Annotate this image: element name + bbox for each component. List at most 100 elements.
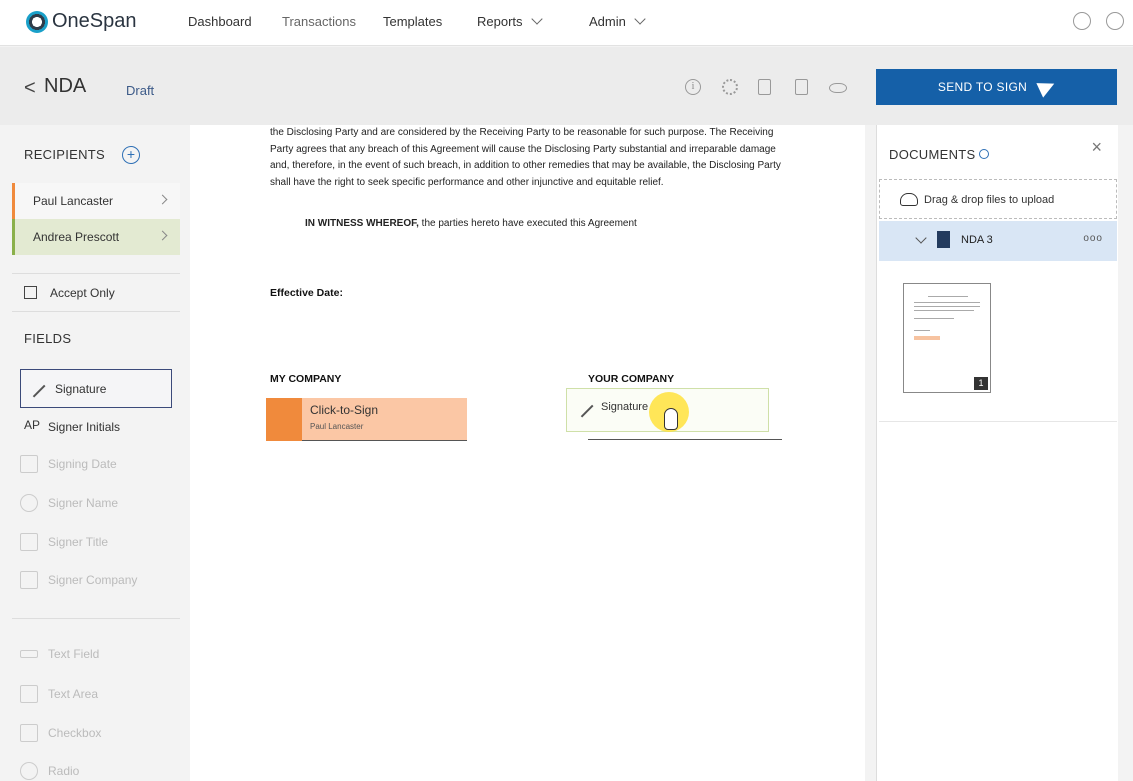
accept-only-checkbox[interactable] (24, 286, 37, 299)
recipient-name: Paul Lancaster (33, 194, 114, 208)
click-to-sign-field[interactable]: Click-to-Sign Paul Lancaster (266, 398, 467, 441)
nav-transactions[interactable]: Transactions (282, 14, 356, 29)
field-label: Checkbox (48, 726, 102, 740)
field-signature[interactable]: Signature (20, 369, 172, 408)
documents-heading-label: DOCUMENTS (889, 147, 976, 162)
text-field-icon (20, 650, 38, 658)
document-name: NDA 3 (961, 234, 993, 246)
nav-reports[interactable]: Reports (477, 13, 543, 29)
gear-icon[interactable] (722, 79, 738, 95)
close-icon[interactable]: × (1091, 137, 1102, 158)
thumb-line (914, 330, 930, 331)
field-checkbox: Checkbox (20, 724, 101, 742)
thumb-line (914, 310, 974, 311)
nav-reports-label: Reports (477, 14, 523, 29)
logo-text: OneSpan (52, 10, 137, 32)
field-text-area: Text Area (20, 685, 98, 703)
onespan-logo[interactable]: OneSpan (26, 10, 137, 33)
field-signing-date: Signing Date (20, 455, 117, 473)
field-signer-company: Signer Company (20, 571, 137, 589)
thumb-line (914, 318, 954, 319)
logo-mark-icon (26, 10, 48, 33)
recipient-item[interactable]: Andrea Prescott (12, 219, 180, 255)
documents-panel: DOCUMENTS × Drag & drop files to upload … (876, 125, 1118, 781)
hand-cursor-icon (664, 408, 678, 430)
add-recipient-icon[interactable]: + (122, 146, 140, 164)
upload-dropzone[interactable]: Drag & drop files to upload (879, 179, 1117, 219)
field-label: Text Area (48, 687, 99, 701)
thumb-line (914, 306, 980, 307)
cloud-upload-icon (900, 193, 918, 206)
field-label: Signer Title (48, 535, 109, 549)
pen-icon (576, 400, 594, 418)
thumb-field-marker (914, 336, 940, 340)
nav-admin[interactable]: Admin (589, 13, 646, 29)
document-settings-icon[interactable] (758, 79, 771, 95)
chevron-down-icon (530, 13, 543, 25)
field-label: Signer Name (48, 496, 119, 510)
page-thumbnail[interactable]: 1 (903, 283, 991, 393)
calendar-icon (20, 455, 38, 473)
field-label: Radio (48, 764, 80, 778)
transaction-title: NDA (44, 75, 87, 97)
divider (12, 618, 180, 619)
witness-text: the parties hereto have executed this Ag… (418, 218, 637, 229)
file-icon (937, 231, 950, 248)
divider (12, 311, 180, 312)
radio-icon (20, 762, 38, 780)
left-sidebar: RECIPIENTS + Paul Lancaster Andrea Presc… (0, 125, 190, 781)
witness-bold: IN WITNESS WHEREOF, (305, 218, 419, 229)
status-badge: Draft (126, 83, 155, 98)
field-signer-title: Signer Title (20, 533, 108, 551)
globe-icon[interactable] (1073, 12, 1091, 30)
click-to-sign-label: Click-to-Sign (310, 403, 379, 417)
fields-heading: FIELDS (24, 331, 72, 346)
accept-only-label: Accept Only (50, 286, 115, 300)
user-account-icon[interactable] (1106, 12, 1124, 30)
chevron-down-icon[interactable] (915, 232, 927, 244)
nav-templates[interactable]: Templates (383, 14, 442, 29)
field-signer-initials[interactable]: AP Signer Initials (24, 418, 120, 436)
field-label: Text Field (48, 647, 100, 661)
field-radio: Radio (20, 762, 79, 780)
send-to-sign-button[interactable]: SEND TO SIGN (876, 69, 1117, 105)
add-document-icon[interactable] (979, 149, 990, 159)
field-label: Signing Date (48, 457, 117, 471)
pen-icon (266, 398, 302, 441)
signature-line (588, 439, 782, 440)
pen-icon (28, 380, 46, 397)
effective-date-label: Effective Date: (270, 287, 343, 299)
my-company-label: MY COMPANY (270, 373, 342, 385)
recipient-item[interactable]: Paul Lancaster (12, 183, 180, 219)
building-icon (20, 571, 38, 589)
info-icon[interactable]: i (685, 79, 701, 95)
back-arrow-icon[interactable]: < (24, 77, 36, 100)
field-label: Signer Company (48, 573, 138, 587)
click-to-sign-signer: Paul Lancaster (310, 422, 364, 431)
more-options-icon[interactable]: ooo (1083, 233, 1103, 244)
top-navigation: OneSpan Dashboard Transactions Templates… (0, 0, 1133, 46)
document-add-icon[interactable] (795, 79, 808, 95)
paper-plane-icon (1036, 76, 1058, 98)
witness-clause: IN WITNESS WHEREOF, the parties hereto h… (305, 218, 637, 229)
signature-drop-label: Signature (601, 401, 649, 413)
checkbox-icon (20, 724, 38, 742)
divider (12, 273, 180, 274)
text-area-icon (20, 685, 38, 703)
recipient-name: Andrea Prescott (33, 230, 120, 244)
chevron-right-icon (157, 230, 168, 241)
document-canvas[interactable]: the Disclosing Party and are considered … (190, 125, 865, 781)
nav-dashboard[interactable]: Dashboard (188, 14, 252, 29)
field-label: Signature (55, 381, 107, 396)
chevron-down-icon (634, 13, 646, 25)
field-label: Signer Initials (48, 420, 121, 434)
initials-icon: AP (24, 418, 41, 432)
page-number-badge: 1 (974, 377, 988, 390)
document-body-text: the Disclosing Party and are considered … (270, 127, 781, 188)
document-row[interactable]: NDA 3 ooo (879, 221, 1117, 261)
recipients-heading: RECIPIENTS (24, 147, 106, 162)
preview-eye-icon[interactable] (829, 83, 847, 93)
your-company-label: YOUR COMPANY (588, 373, 675, 385)
upload-label: Drag & drop files to upload (924, 194, 1055, 206)
field-text-field: Text Field (20, 647, 99, 661)
